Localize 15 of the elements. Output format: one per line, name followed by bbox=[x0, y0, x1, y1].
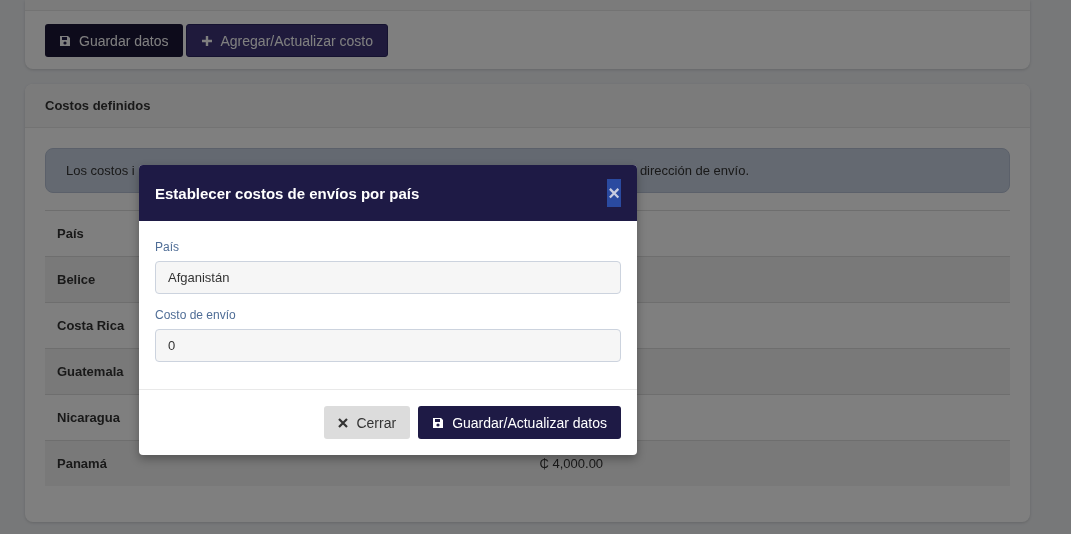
input-field[interactable]: 0 bbox=[155, 329, 621, 362]
field-label: Costo de envío bbox=[155, 308, 237, 322]
save-button[interactable]: Guardar datos bbox=[45, 24, 183, 57]
modal-title: Establecer costos de envíos por país bbox=[155, 184, 420, 202]
card-title: Costos definidos bbox=[25, 84, 1030, 128]
plus-icon bbox=[200, 34, 213, 47]
alert-text: dirección de envío. bbox=[639, 163, 749, 178]
alert-text: Los costos i bbox=[66, 163, 135, 178]
cancel-button[interactable]: Cerrar bbox=[324, 406, 411, 439]
add-cost-button[interactable]: Agregar/Actualizar costo bbox=[185, 24, 389, 57]
save-button[interactable]: Guardar/Actualizar datos bbox=[418, 406, 621, 439]
field-label: País bbox=[155, 240, 180, 254]
input-field[interactable]: Afganistán bbox=[155, 261, 621, 294]
close-button[interactable]: × bbox=[607, 179, 621, 207]
close-icon bbox=[338, 417, 349, 428]
